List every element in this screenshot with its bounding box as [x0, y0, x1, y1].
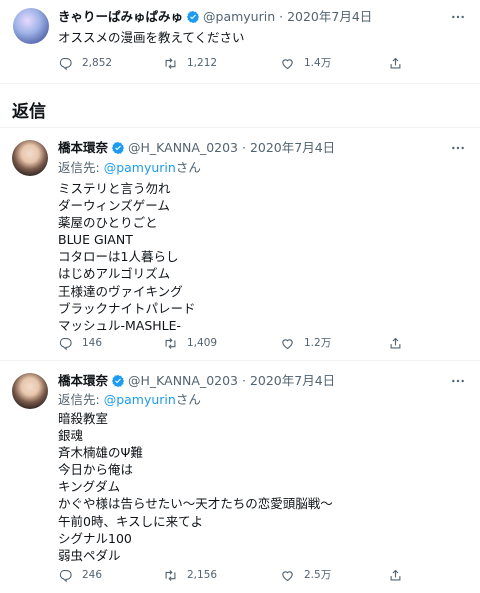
tweet-line: 午前0時、キスしに来てよ: [58, 513, 204, 529]
verified-badge-icon: [186, 10, 200, 24]
separator-dot: ·: [238, 140, 250, 155]
replying-to: 返信先: @pamyurinさん: [58, 391, 201, 409]
retweet-count: 1,409: [187, 337, 218, 349]
reply-icon: [59, 57, 72, 70]
tweet-line: ダーウィンズゲーム: [58, 198, 170, 214]
display-name[interactable]: きゃりーぱみゅぱみゅ: [58, 9, 183, 24]
tweet-line: 斉木楠雄のΨ難: [58, 445, 143, 461]
share-icon: [390, 337, 401, 348]
verified-badge-icon: [111, 374, 125, 388]
tweet-date[interactable]: 2020年7月4日: [287, 9, 372, 24]
like-count: 1.4万: [304, 57, 332, 69]
like-button[interactable]: 2.5万: [280, 566, 331, 584]
separator-dot: ·: [275, 9, 288, 24]
retweet-button[interactable]: 2,156: [163, 566, 217, 584]
tweet-header: 橋本環奈 @H_KANNA_0203 · 2020年7月4日: [58, 139, 335, 157]
replying-to: 返信先: @pamyurinさん: [58, 159, 201, 177]
more-icon[interactable]: [450, 373, 466, 389]
retweet-icon: [165, 57, 176, 69]
mention-link[interactable]: @pamyurin: [104, 392, 176, 407]
share-icon: [390, 57, 401, 68]
tweet-text: 暗殺教室 銀魂 斉木楠雄のΨ難 今日から俺は キングダム かぐや様は告らせたい〜…: [58, 410, 333, 564]
main-tweet[interactable]: きゃりーぱみゅぱみゅ @pamyurin · 2020年7月4日 オススメの漫画を…: [0, 0, 480, 90]
tweet-line: 王様達のヴァイキング: [58, 283, 183, 299]
tweet-actions: 246 2,156 2.5万: [58, 566, 408, 584]
replying-to-suffix: さん: [175, 160, 201, 175]
avatar[interactable]: [12, 140, 48, 176]
more-icon[interactable]: [450, 9, 466, 25]
tweet-line: ミステリと言う勿れ: [58, 181, 171, 196]
replying-to-label: 返信先:: [58, 160, 104, 175]
reply-button[interactable]: 246: [58, 566, 102, 584]
like-button[interactable]: 1.4万: [280, 54, 331, 72]
retweet-icon: [165, 569, 176, 581]
retweet-icon: [165, 337, 176, 349]
tweet-line: 暗殺教室: [58, 411, 109, 426]
avatar[interactable]: [12, 373, 48, 409]
tweet-line: はじめアルゴリズム: [58, 266, 171, 282]
replies-heading: 返信: [12, 102, 46, 122]
display-name[interactable]: 橋本環奈: [58, 140, 108, 155]
replying-to-suffix: さん: [175, 392, 201, 407]
reply-count: 2,852: [82, 57, 113, 69]
share-button[interactable]: [388, 566, 403, 584]
share-button[interactable]: [388, 334, 403, 352]
like-count: 2.5万: [304, 569, 332, 581]
reply-tweet[interactable]: 橋本環奈 @H_KANNA_0203 · 2020年7月4日 返信先: @pamy…: [0, 361, 480, 593]
verified-badge-icon: [111, 141, 125, 155]
reply-icon: [59, 337, 72, 350]
mention-link[interactable]: @pamyurin: [104, 160, 176, 175]
tweet-line: BLUE GIANT: [58, 232, 133, 248]
tweet-line: シグナル100: [58, 530, 132, 546]
heart-icon: [282, 338, 293, 349]
tweet-actions: 146 1,409 1.2万: [58, 334, 408, 352]
display-name[interactable]: 橋本環奈: [58, 373, 108, 388]
reply-button[interactable]: 146: [58, 334, 102, 352]
heart-icon: [282, 570, 293, 581]
tweet-actions: 2,852 1,212 1.4万: [58, 54, 408, 72]
reply-icon: [59, 569, 72, 582]
tweet-line: 弱虫ペダル: [58, 547, 121, 563]
retweet-count: 2,156: [187, 569, 218, 581]
tweet-text: オススメの漫画を教えてください: [58, 30, 245, 45]
reply-count: 246: [82, 569, 103, 581]
tweet-line: キングダム: [58, 479, 121, 495]
retweet-count: 1,212: [187, 57, 218, 69]
more-icon[interactable]: [450, 140, 466, 156]
share-button[interactable]: [388, 54, 403, 72]
tweet-line: 薬屋のひとりごと: [58, 215, 158, 231]
tweet-line: 銀魂: [58, 428, 84, 444]
retweet-button[interactable]: 1,212: [163, 54, 217, 72]
avatar[interactable]: [13, 8, 49, 44]
reply-tweet[interactable]: 橋本環奈 @H_KANNA_0203 · 2020年7月4日 返信先: @pamy…: [0, 128, 480, 360]
tweet-text: ミステリと言う勿れ ダーウィンズゲーム 薬屋のひとりごと BLUE GIANT …: [58, 180, 196, 334]
tweet-line: ブラックナイトパレード: [58, 300, 196, 316]
tweet-line: 今日から俺は: [58, 462, 134, 478]
handle[interactable]: @pamyurin: [203, 9, 275, 24]
handle[interactable]: @H_KANNA_0203: [128, 140, 238, 155]
reply-count: 146: [82, 337, 103, 349]
like-button[interactable]: 1.2万: [280, 334, 331, 352]
handle[interactable]: @H_KANNA_0203: [128, 373, 238, 388]
retweet-button[interactable]: 1,409: [163, 334, 217, 352]
tweet-line: かぐや様は告らせたい〜天才たちの恋愛頭脳戦〜: [58, 496, 333, 512]
tweet-line: マッシュル-MASHLE-: [58, 317, 182, 333]
tweet-date[interactable]: 2020年7月4日: [250, 373, 335, 388]
heart-icon: [282, 58, 293, 69]
tweet-header: きゃりーぱみゅぱみゅ @pamyurin · 2020年7月4日: [58, 8, 372, 26]
separator-dot: ·: [238, 373, 250, 388]
like-count: 1.2万: [304, 337, 332, 349]
replying-to-label: 返信先:: [58, 392, 104, 407]
tweet-line: コタローは1人暮らし: [58, 249, 179, 265]
tweet-date[interactable]: 2020年7月4日: [250, 140, 335, 155]
tweet-header: 橋本環奈 @H_KANNA_0203 · 2020年7月4日: [58, 372, 335, 390]
share-icon: [390, 569, 401, 580]
reply-button[interactable]: 2,852: [58, 54, 112, 72]
divider: [0, 83, 480, 84]
